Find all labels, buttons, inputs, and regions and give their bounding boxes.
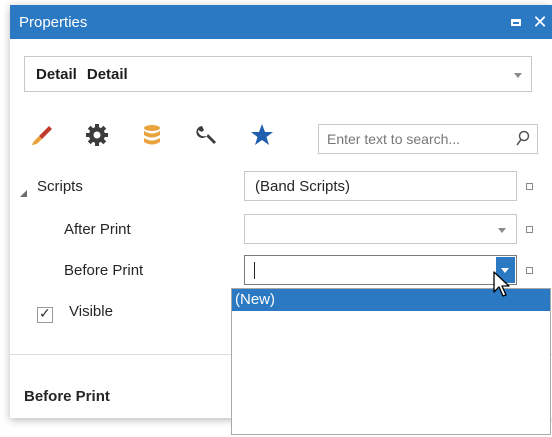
property-label-scripts: Scripts xyxy=(37,178,83,195)
property-marker-scripts[interactable] xyxy=(526,183,533,190)
object-selector[interactable]: Detail Detail xyxy=(24,56,532,92)
search-box xyxy=(318,124,538,154)
dropdown-list: (New) xyxy=(231,288,551,435)
text-caret xyxy=(254,262,255,279)
object-name: Detail xyxy=(36,66,77,83)
chevron-down-icon[interactable] xyxy=(498,228,506,233)
tab-appearance[interactable] xyxy=(27,120,57,150)
property-label-after-print: After Print xyxy=(64,221,131,238)
selected-object: Detail Detail xyxy=(36,66,128,83)
database-icon xyxy=(144,125,160,145)
scripts-value: (Band Scripts) xyxy=(255,178,351,195)
after-print-dropdown[interactable] xyxy=(244,214,517,244)
search-input[interactable] xyxy=(319,125,509,153)
expand-arrow-icon[interactable] xyxy=(20,190,27,197)
star-icon xyxy=(251,124,273,145)
property-marker-before-print[interactable] xyxy=(526,267,533,274)
property-marker-after-print[interactable] xyxy=(526,226,533,233)
object-type: Detail xyxy=(86,66,128,83)
gear-icon xyxy=(86,124,108,146)
close-icon: ✕ xyxy=(532,12,548,32)
search-icon[interactable] xyxy=(515,130,531,148)
scripts-value-field[interactable]: (Band Scripts) xyxy=(244,171,517,201)
before-print-dropdown[interactable] xyxy=(244,255,517,285)
tab-data[interactable] xyxy=(137,120,167,150)
property-label-visible: Visible xyxy=(69,303,113,320)
dropdown-item-label: (New) xyxy=(235,291,275,308)
tab-favorites[interactable] xyxy=(247,120,277,150)
visible-checkbox[interactable]: ✓ xyxy=(37,305,53,323)
chevron-down-icon xyxy=(514,73,522,78)
description-title: Before Print xyxy=(24,388,110,405)
title-bar: Properties ✕ xyxy=(10,5,552,39)
tab-design[interactable] xyxy=(192,120,222,150)
tab-behavior[interactable] xyxy=(82,120,112,150)
maximize-icon xyxy=(511,18,521,26)
brush-icon xyxy=(32,126,52,145)
checkmark-icon: ✓ xyxy=(39,305,51,321)
panel-title: Properties xyxy=(19,14,88,31)
property-label-before-print: Before Print xyxy=(64,262,144,279)
close-button[interactable]: ✕ xyxy=(530,12,550,32)
mouse-cursor-icon xyxy=(493,271,510,297)
maximize-button[interactable] xyxy=(506,12,526,32)
wrench-icon xyxy=(196,126,216,144)
